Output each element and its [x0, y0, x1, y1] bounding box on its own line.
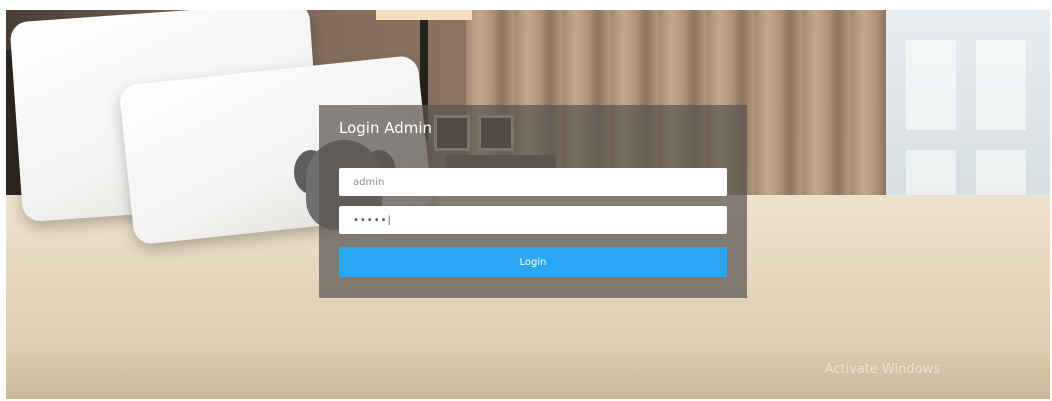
windows-watermark: Activate Windows	[824, 362, 940, 377]
lamp-shade	[376, 10, 472, 20]
username-input[interactable]	[339, 168, 727, 196]
login-button[interactable]: Login	[339, 247, 727, 277]
password-input[interactable]	[339, 206, 727, 234]
login-panel: Login Admin Login	[319, 105, 747, 298]
login-title: Login Admin	[339, 119, 433, 137]
page: Activate Windows Login Admin Login	[6, 10, 1050, 399]
